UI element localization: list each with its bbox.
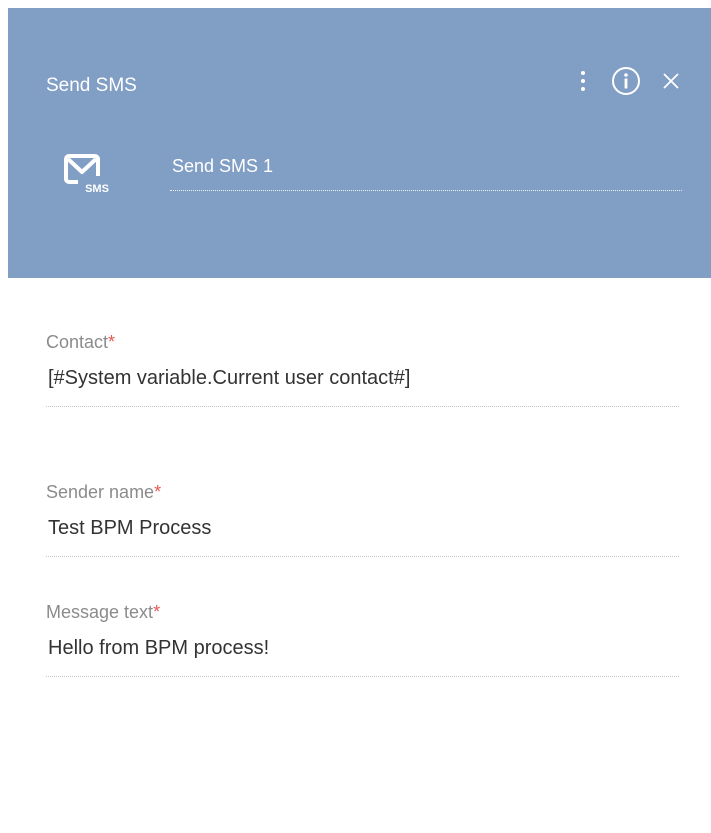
contact-input[interactable]: [#System variable.Current user contact#]: [46, 364, 679, 407]
required-mark: *: [108, 332, 116, 352]
close-icon[interactable]: [661, 64, 681, 98]
panel-title: Send SMS: [46, 75, 137, 96]
process-element-panel: Send SMS SMS Send SMS 1 Contact* [#Syste…: [8, 8, 711, 833]
header-actions: [575, 64, 681, 98]
kebab-menu-icon[interactable]: [575, 64, 591, 98]
element-name-field[interactable]: Send SMS 1: [170, 150, 682, 191]
contact-field[interactable]: Contact* [#System variable.Current user …: [46, 330, 679, 407]
message-text-label: Message text*: [46, 602, 161, 622]
info-icon[interactable]: [609, 64, 643, 98]
required-mark: *: [153, 602, 161, 622]
sender-name-input[interactable]: Test BPM Process: [46, 514, 679, 557]
required-mark: *: [154, 482, 162, 502]
message-text-input[interactable]: Hello from BPM process!: [46, 634, 679, 677]
sender-name-field[interactable]: Sender name* Test BPM Process: [46, 480, 679, 557]
element-name-value: Send SMS 1: [172, 156, 274, 176]
panel-header: Send SMS SMS Send SMS 1: [8, 8, 711, 278]
contact-label: Contact*: [46, 332, 116, 352]
sms-icon-caption: SMS: [85, 183, 109, 195]
sms-envelope-icon: SMS: [64, 154, 120, 200]
message-text-field[interactable]: Message text* Hello from BPM process!: [46, 600, 679, 677]
sender-name-label: Sender name*: [46, 482, 162, 502]
